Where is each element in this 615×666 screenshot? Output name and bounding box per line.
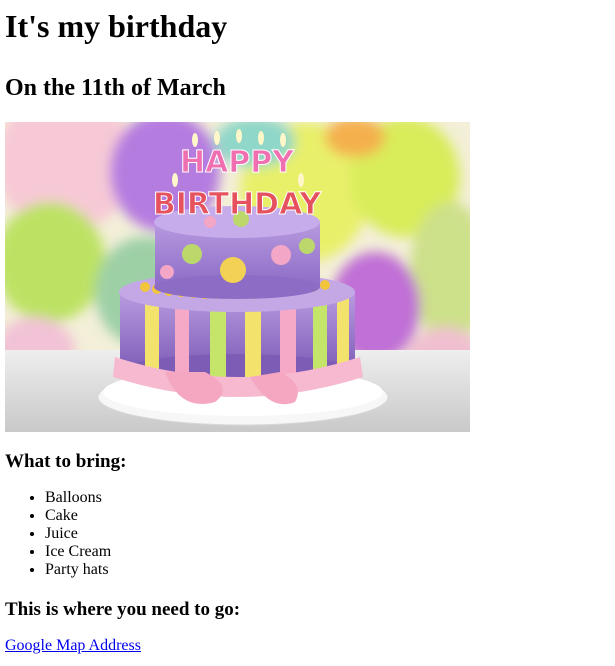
what-to-bring-heading: What to bring: (5, 451, 127, 472)
list-item: Ice Cream (45, 543, 610, 561)
bring-list: Balloons Cake Juice Ice Cream Party hats (5, 489, 610, 579)
cake-text-happy: HAPPY (180, 145, 295, 180)
google-map-link[interactable]: Google Map Address (5, 637, 141, 655)
list-item: Balloons (45, 489, 610, 507)
page-title: It's my birthday (5, 8, 228, 44)
cake-text-birthday: BIRTHDAY (153, 187, 323, 222)
page-subtitle: On the 11th of March (5, 75, 226, 101)
list-item: Juice (45, 525, 610, 543)
birthday-cake-image: HAPPY BIRTHDAY (5, 122, 470, 432)
where-to-go-heading: This is where you need to go: (5, 599, 241, 620)
list-item: Cake (45, 507, 610, 525)
list-item: Party hats (45, 561, 610, 579)
page: It's my birthday On the 11th of March HA… (0, 0, 615, 655)
